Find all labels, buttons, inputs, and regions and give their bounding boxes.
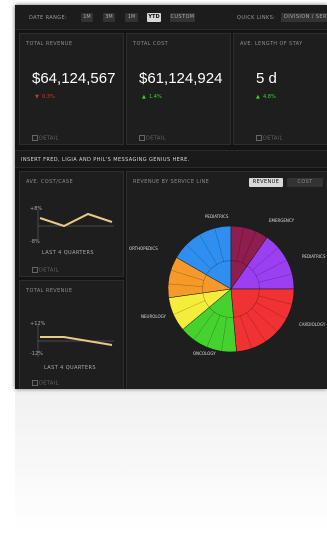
arrow-up-icon: ▲ — [142, 94, 146, 100]
range-custom-button[interactable]: Custom — [170, 13, 195, 22]
revenue-sparkline-chart — [37, 325, 114, 357]
detail-icon — [32, 379, 38, 386]
detail-link[interactable]: Detail — [32, 379, 59, 386]
message-banner: Insert Fred, Ligia and Phil's messaging … — [15, 150, 327, 168]
quick-links-label: Quick Links: — [237, 15, 276, 21]
detail-link[interactable]: Detail — [139, 134, 166, 141]
revenue-toggle-button[interactable]: Revenue — [249, 178, 283, 187]
detail-link[interactable]: Detail — [32, 134, 59, 141]
kpi-length-of-stay-panel: Ave. Length of Stay 5 d ▲ 4.8% Detail — [233, 33, 327, 145]
kpi-value: $61,124,924 — [139, 70, 223, 87]
slice-label: EMERGENCY — [269, 218, 295, 223]
range-3m-button[interactable]: 3M — [103, 13, 115, 22]
avg-cost-panel: Ave. Cost/Case +8% -8% Last 4 Quarters D… — [19, 171, 124, 277]
range-1m-button[interactable]: 1M — [81, 13, 93, 22]
slice-label: PEDIATRICS — [205, 214, 229, 219]
detail-link[interactable]: Detail — [256, 134, 283, 141]
kpi-delta: 1.4% — [149, 94, 162, 100]
kpi-title: Ave. Length of Stay — [240, 41, 303, 47]
date-range-label: Date Range: — [29, 15, 68, 21]
slice-label: CARDIOLOGY — [299, 322, 326, 327]
kpi-total-cost-panel: Total Cost $61,124,924 ▲ 1.4% Detail — [126, 33, 231, 145]
kpi-value: 5 d — [256, 70, 277, 87]
screen-reflection — [15, 390, 327, 534]
top-bar: Date Range: 1M 3M 1M YTD Custom Quick Li… — [15, 5, 327, 30]
cost-series-line — [39, 212, 113, 228]
panel-title: Total Revenue — [26, 288, 73, 294]
detail-link[interactable]: Detail — [32, 266, 59, 273]
quick-links-select[interactable]: Division / Serv — [281, 13, 327, 22]
range-1m-second-button[interactable]: 1M — [125, 13, 138, 22]
cost-sparkline-chart — [37, 210, 114, 242]
detail-icon — [256, 134, 262, 141]
arrow-up-icon: ▲ — [256, 94, 260, 100]
chart-caption: Last 4 Quarters — [44, 365, 96, 371]
kpi-delta: 4.8% — [263, 94, 276, 100]
service-line-sunburst-chart: PEDIATRICS EMERGENCY PEDIATRICS CARDIOLOGY O… — [129, 214, 326, 356]
slice-label: ORTHOPEDICS — [129, 246, 158, 251]
kpi-total-revenue-panel: Total Revenue $64,124,567 ▼ 0.3% Detail — [19, 33, 124, 145]
cost-toggle-button[interactable]: Cost — [287, 178, 323, 187]
kpi-delta: 0.3% — [42, 94, 55, 100]
revenue-trend-panel: Total Revenue +12% -12% Last 4 Quarters … — [19, 280, 124, 389]
sunburst-slice[interactable] — [230, 288, 295, 353]
kpi-title: Total Revenue — [26, 41, 73, 47]
range-ytd-button[interactable]: YTD — [147, 13, 161, 22]
panel-title: Ave. Cost/Case — [26, 179, 74, 185]
slice-label: ONCOLOGY — [193, 351, 216, 356]
dashboard-screen: Date Range: 1M 3M 1M YTD Custom Quick Li… — [15, 5, 327, 389]
detail-icon — [32, 134, 38, 141]
chart-caption: Last 4 Quarters — [42, 250, 94, 256]
detail-icon — [32, 266, 38, 273]
panel-title: Revenue by Service Line — [133, 179, 210, 185]
arrow-down-icon: ▼ — [35, 94, 39, 100]
service-line-panel: Revenue by Service Line Revenue Cost PED… — [126, 171, 327, 389]
kpi-title: Total Cost — [133, 41, 169, 47]
detail-icon — [139, 134, 145, 141]
kpi-value: $64,124,567 — [32, 70, 116, 87]
slice-label: NEUROLOGY — [141, 314, 167, 319]
slice-label: PEDIATRICS — [302, 254, 326, 259]
